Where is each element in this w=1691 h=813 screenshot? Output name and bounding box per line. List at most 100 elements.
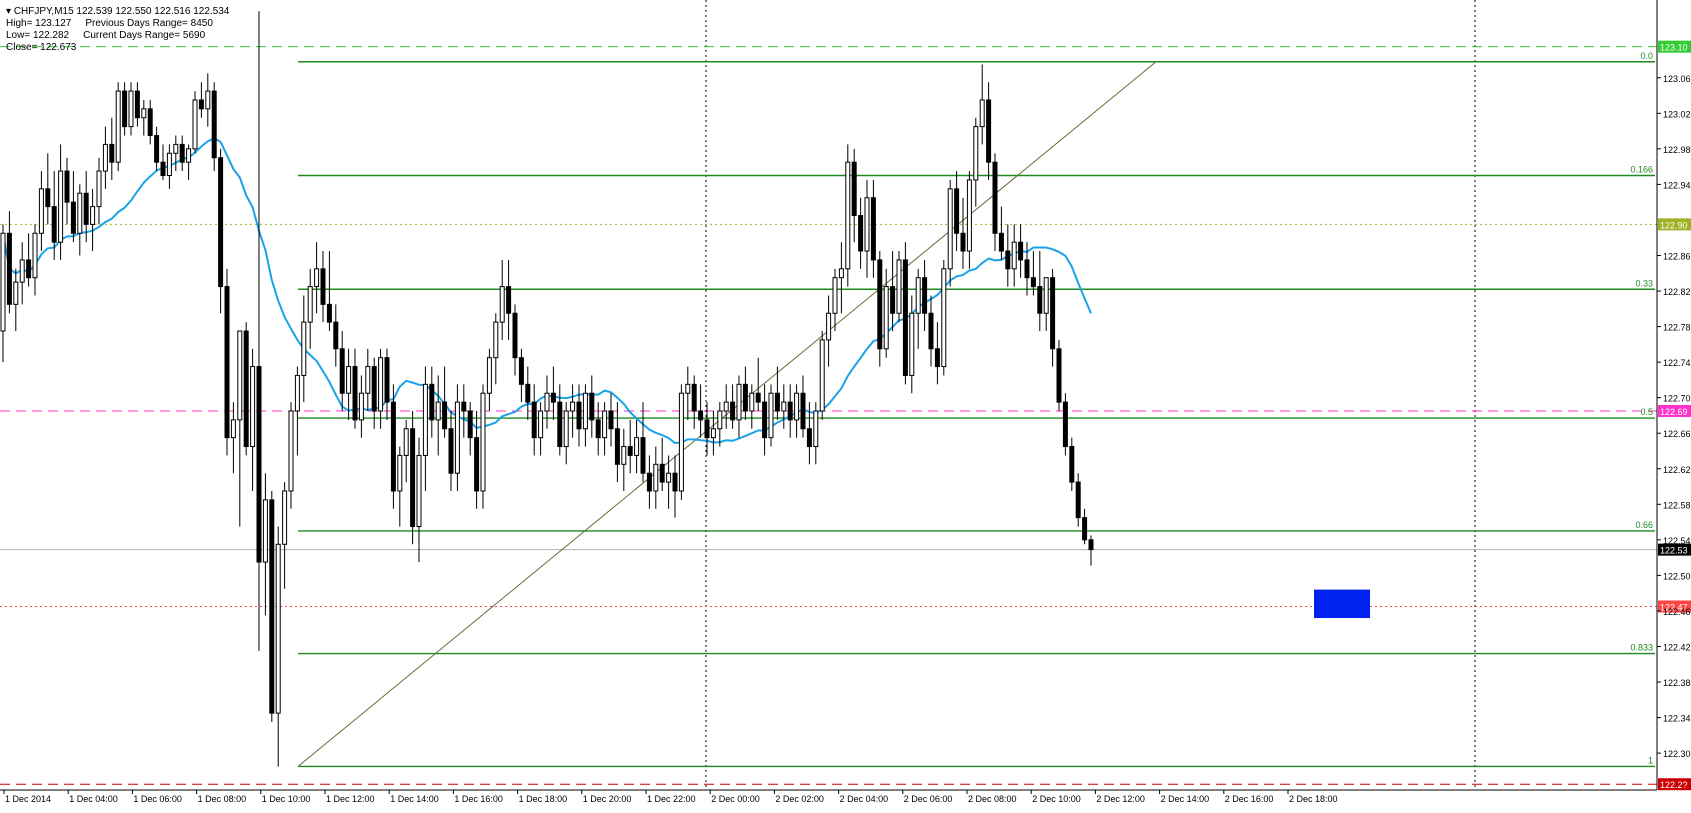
time-tick-label: 1 Dec 06:00 [133, 794, 182, 804]
candle-body [717, 410, 723, 430]
candle-body [781, 401, 787, 412]
candle-body [192, 99, 198, 150]
candle-body [1037, 286, 1043, 314]
price-tick-label: 122.985 [1663, 145, 1691, 155]
candle-body [634, 437, 640, 456]
candle-body [480, 392, 486, 492]
candle-body [467, 410, 473, 439]
price-tick-label: 122.745 [1663, 358, 1691, 368]
fib-ratio-label: 0.5 [1640, 407, 1653, 417]
time-tick-label: 2 Dec 04:00 [840, 794, 889, 804]
candle-body [109, 143, 115, 163]
candle-body [653, 463, 659, 492]
candle-body [544, 392, 550, 412]
time-tick-label: 1 Dec 18:00 [519, 794, 568, 804]
candle-body [352, 366, 358, 421]
candle-body [877, 259, 883, 350]
candle-body [934, 348, 940, 368]
candle-body [102, 143, 108, 172]
candle-body [704, 419, 710, 439]
candle-body [1018, 241, 1024, 261]
candle-body [794, 392, 800, 421]
candle-body [454, 401, 460, 474]
candle-body [710, 428, 716, 439]
target-zone-box[interactable] [1314, 589, 1370, 619]
candle-body [211, 90, 217, 159]
candle-body [301, 321, 307, 376]
candle-body [275, 543, 281, 714]
candle-body [832, 277, 838, 314]
candle-body [493, 321, 499, 359]
candle-body [365, 366, 371, 394]
price-tick-label: 122.825 [1663, 287, 1691, 297]
fib-ratio-label: 0.0 [1640, 51, 1653, 61]
symbol-info-panel: ▾ CHFJPY,M15 122.539 122.550 122.516 122… [6, 6, 229, 54]
candle-body [416, 454, 422, 528]
chart-svg[interactable]: 0.0 0.166 0.33 0.5 0.66 0.833 1 123.10 122.90 12… [0, 0, 1691, 808]
candle-body [218, 157, 224, 288]
time-tick-label: 2 Dec 06:00 [904, 794, 953, 804]
candle-body [134, 90, 140, 119]
candle-body [954, 188, 960, 234]
time-tick-label: 1 Dec 12:00 [326, 794, 375, 804]
candle-body [179, 143, 185, 163]
candle-body [838, 268, 844, 279]
candle-body [538, 410, 544, 439]
candle-body [160, 161, 166, 177]
candle-body [755, 392, 761, 403]
candle-body [608, 410, 614, 430]
candle-body [19, 259, 25, 283]
price-chart[interactable]: 0.0 0.166 0.33 0.5 0.66 0.833 1 123.10 122.90 12… [0, 0, 1691, 808]
candle-body [147, 108, 153, 137]
candle-body [230, 419, 236, 439]
candle-body [582, 392, 588, 430]
candle-body [186, 148, 192, 163]
time-tick-label: 2 Dec 02:00 [775, 794, 824, 804]
candle-body [282, 490, 288, 545]
candle-body [768, 392, 774, 439]
candle-body [570, 401, 576, 412]
candle-body [986, 99, 992, 163]
price-tick-label: 122.785 [1663, 323, 1691, 333]
price-tick-label: 122.305 [1663, 749, 1691, 759]
candle-body [1024, 259, 1030, 279]
candle-body [896, 259, 902, 314]
candle-body [563, 410, 569, 448]
candle-body [870, 197, 876, 261]
candle-body [973, 126, 979, 181]
candle-body [397, 454, 403, 492]
candle-body [723, 401, 729, 412]
candle-body [410, 428, 416, 528]
candle-body [339, 348, 345, 394]
time-tick-label: 2 Dec 16:00 [1225, 794, 1274, 804]
price-tick-label: 122.585 [1663, 500, 1691, 510]
candle-body [864, 197, 870, 252]
time-tick-label: 1 Dec 22:00 [647, 794, 696, 804]
candle-body [358, 392, 364, 421]
candle-body [742, 383, 748, 412]
candle-body [461, 401, 467, 412]
candle-body [998, 232, 1004, 252]
collapse-triangle-icon[interactable]: ▾ [6, 6, 11, 17]
time-tick-label: 2 Dec 10:00 [1032, 794, 1081, 804]
candle-body [173, 143, 179, 154]
candle-body [614, 428, 620, 465]
candle-body [1082, 517, 1088, 541]
candle-body [666, 472, 672, 483]
candle-body [320, 268, 326, 305]
candle-body [288, 410, 294, 492]
candle-body [928, 312, 934, 350]
current-price-tag-label: 122.53 [1660, 546, 1688, 556]
price-tick-label: 122.345 [1663, 714, 1691, 724]
candle-body [531, 401, 537, 439]
candle-body [1056, 348, 1062, 403]
fib-ratio-label: 0.833 [1630, 643, 1653, 653]
candle-body [890, 286, 896, 314]
price-tick-label: 123.025 [1663, 109, 1691, 119]
candle-body [627, 446, 633, 456]
time-tick-label: 2 Dec 00:00 [711, 794, 760, 804]
candle-body [922, 277, 928, 314]
candle-body [902, 259, 908, 376]
candle-body [595, 419, 601, 439]
time-tick-label: 1 Dec 20:00 [583, 794, 632, 804]
